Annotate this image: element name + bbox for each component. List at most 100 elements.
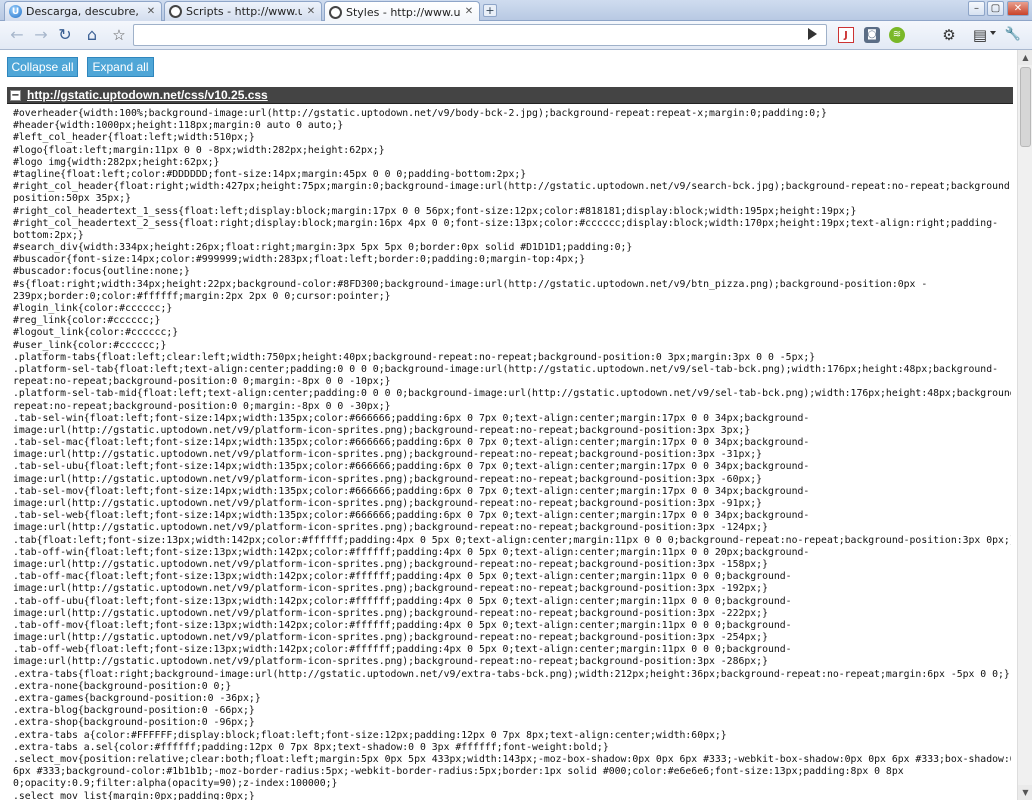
scrollbar-thumb[interactable] [1020,67,1031,147]
spotify-extension-icon[interactable]: ≋ [889,27,905,43]
css-code-line: image:url(http://gstatic.uptodown.net/v9… [13,424,751,436]
tab-title: Styles - http://www.uptod [346,5,460,19]
css-code-line: image:url(http://gstatic.uptodown.net/v9… [13,656,768,668]
uptodown-icon: U [9,5,22,18]
home-button[interactable]: ⌂ [81,24,103,46]
expand-all-button[interactable]: Expand all [87,57,154,77]
css-code-line: image:url(http://gstatic.uptodown.net/v9… [13,558,768,570]
css-code-line: repeat:no-repeat;background-position:0 0… [13,376,391,388]
css-code-block: #overheader{width:100%;background-image:… [13,108,1011,800]
css-code-line: .extra-games{background-position:0 -36px… [13,693,261,704]
css-code-line: #login_link{color:#cccccc;} [13,303,173,314]
browser-toolbar: ← → ↻ ⌂ ☆ J ◙ ≋ ⚙ ▤ 🔧 [0,21,1032,50]
css-code-line: image:url(http://gstatic.uptodown.net/v9… [13,583,768,595]
css-code-line: position:50px 35px;} [13,193,131,205]
css-code-line: #right_col_header{float:right;width:427p… [13,181,1011,193]
css-code-line: #user_link{color:#cccccc;} [13,339,167,351]
forward-button[interactable]: → [30,24,52,46]
css-code-line: 239px;border:0;color:#ffffff;margin:2px … [13,290,391,302]
css-code-line: .select_mov{position:relative;clear:both… [13,753,1011,765]
css-code-line: #buscador{font-size:14px;color:#999999;w… [13,254,586,266]
css-code-line: #right_col_headertext_1_sess{float:left;… [13,205,857,217]
css-code-line: image:url(http://gstatic.uptodown.net/v9… [13,498,763,509]
css-code-line: 6px #333;background-color:#1b1b1b;-moz-b… [13,766,904,778]
css-code-line: .tab-sel-web{float:left;font-size:14px;w… [13,510,810,522]
tab-descarga[interactable]: U Descarga, descubre, comp ✕ [4,1,162,21]
tab-title: Descarga, descubre, comp [26,5,142,18]
css-code-line: image:url(http://gstatic.uptodown.net/v9… [13,473,763,485]
css-code-line: bottom:2px;} [13,229,84,241]
css-code-line: .platform-sel-tab-mid{float:left;text-al… [13,388,1011,400]
close-icon[interactable]: ✕ [145,6,157,18]
css-code-line: #s{float:right;width:34px;height:22px;ba… [13,278,928,290]
css-code-line: .extra-tabs{float:right;background-image… [13,668,1010,680]
css-code-line: .tab-off-ubu{float:left;font-size:13px;w… [13,595,792,607]
css-code-line: .tab{float:left;font-size:13px;width:142… [13,534,1011,546]
reload-button[interactable]: ↻ [54,24,76,46]
css-code-line: #tagline{float:left;color:#DDDDDD;font-s… [13,168,527,180]
css-file-link[interactable]: http://gstatic.uptodown.net/css/v10.25.c… [27,88,268,102]
css-code-line: #right_col_headertext_2_sess{float:right… [13,217,999,229]
tab-title: Scripts - http://www.uptod [186,5,302,18]
css-code-line: .tab-off-web{float:left;font-size:13px;w… [13,644,792,656]
css-code-line: image:url(http://gstatic.uptodown.net/v9… [13,607,768,619]
gear-icon [169,5,182,18]
css-code-line: #logo{float:left;margin:11px 0 0 -8px;wi… [13,144,385,156]
css-code-line: image:url(http://gstatic.uptodown.net/v9… [13,522,768,534]
maximize-button[interactable]: ▢ [987,1,1004,16]
css-code-line: .tab-off-win{float:left;font-size:13px;w… [13,546,810,558]
address-bar[interactable] [133,24,827,46]
css-code-line: image:url(http://gstatic.uptodown.net/v9… [13,632,768,644]
css-code-line: 0;opacity:0.9;filter:alpha(opacity=90);z… [13,778,338,790]
css-file-header: − http://gstatic.uptodown.net/css/v10.25… [7,87,1013,104]
css-code-line: #search_div{width:334px;height:26px;floa… [13,242,633,254]
back-button[interactable]: ← [6,24,28,46]
css-code-line: image:url(http://gstatic.uptodown.net/v9… [13,449,763,461]
tab-styles[interactable]: Styles - http://www.uptod ✕ [324,1,480,22]
css-code-line: .extra-tabs a.sel{color:#ffffff;padding:… [13,741,609,753]
new-tab-button[interactable]: + [483,4,497,17]
css-code-line: #reg_link{color:#cccccc;} [13,315,161,327]
close-icon[interactable]: ✕ [305,6,317,18]
minimize-button[interactable]: – [968,1,985,16]
css-code-line: .tab-sel-mac{float:left;font-size:14px;w… [13,437,810,449]
vertical-scrollbar[interactable]: ▲ ▼ [1017,50,1032,800]
gear-icon [329,5,342,19]
tab-strip: U Descarga, descubre, comp ✕ Scripts - h… [0,0,1032,22]
css-code-line: #logo img{width:282px;height:62px;} [13,156,220,168]
camera-extension-icon[interactable]: ◙ [864,27,880,43]
css-code-line: #buscador:focus{outline:none;} [13,266,190,278]
css-code-line: .extra-blog{background-position:0 -66px;… [13,705,255,717]
css-code-line: #logout_link{color:#cccccc;} [13,327,179,339]
chevron-down-icon [990,31,996,35]
page-content: Collapse all Expand all − http://gstatic… [0,50,1017,800]
page-menu-icon[interactable]: ▤ [970,25,990,45]
css-code-line: #overheader{width:100%;background-image:… [13,108,827,119]
css-code-line: #header{width:1000px;height:118px;margin… [13,120,344,132]
css-code-line: .tab-sel-win{float:left;font-size:14px;w… [13,412,810,424]
css-code-line: .platform-sel-tab{float:left;text-align:… [13,363,999,375]
css-code-line: .extra-none{background-position:0 0;} [13,680,232,692]
pdf-extension-icon[interactable]: J [838,27,854,43]
close-window-button[interactable]: ✕ [1007,1,1029,16]
collapse-toggle-icon[interactable]: − [10,89,21,101]
css-code-line: .extra-tabs a{color:#FFFFFF;display:bloc… [13,729,727,741]
tab-scripts[interactable]: Scripts - http://www.uptod ✕ [164,1,322,21]
scroll-down-arrow-icon[interactable]: ▼ [1018,785,1032,800]
css-code-line: repeat:no-repeat;background-position:0 0… [13,400,391,412]
collapse-all-button[interactable]: Collapse all [7,57,78,77]
settings-gear-icon[interactable]: ⚙ [939,25,959,45]
bookmark-star-icon[interactable]: ☆ [108,24,130,46]
go-icon[interactable] [808,28,817,40]
css-code-line: #left_col_header{float:left;width:510px;… [13,132,255,144]
close-icon[interactable]: ✕ [463,6,475,18]
css-code-line: .tab-sel-ubu{float:left;font-size:14px;w… [13,461,810,473]
css-code-line: .extra-shop{background-position:0 -96px;… [13,717,255,729]
css-code-line: .tab-off-mov{float:left;font-size:13px;w… [13,619,792,631]
css-code-line: .tab-sel-mov{float:left;font-size:14px;w… [13,485,810,497]
wrench-icon[interactable]: 🔧 [1003,25,1023,45]
css-code-line: .platform-tabs{float:left;clear:left;wid… [13,351,816,363]
scroll-up-arrow-icon[interactable]: ▲ [1018,50,1032,65]
css-code-line: .select_mov_list{margin:0px;padding:0px;… [13,790,255,800]
css-code-line: .tab-off-mac{float:left;font-size:13px;w… [13,571,792,583]
